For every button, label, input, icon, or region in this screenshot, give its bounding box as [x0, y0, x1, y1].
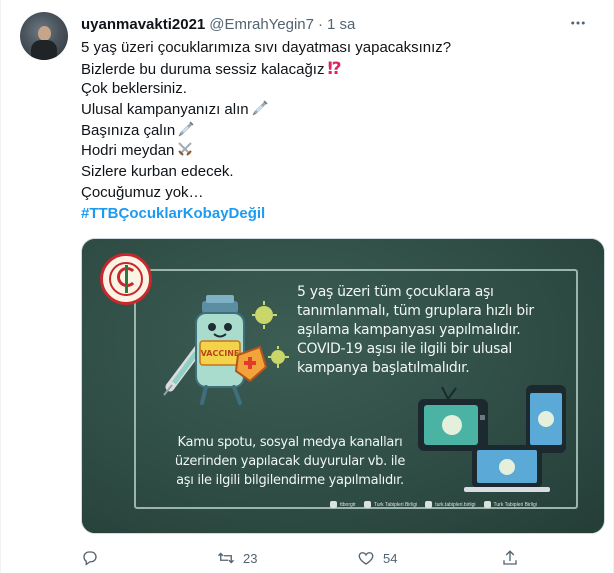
text-line: 5 yaş üzeri çocuklarımıza sıvı dayatması…: [81, 39, 452, 56]
social-twitter: ttborgtr: [330, 501, 356, 508]
like-count: 54: [383, 550, 398, 566]
user-handle[interactable]: @EmrahYegin7: [209, 16, 314, 33]
text-line: Bizlerde bu duruma sessiz kalacağız ⁉: [81, 58, 342, 78]
separator-dot: ·: [318, 15, 323, 33]
tweet-actions: 23 54: [81, 546, 531, 570]
timestamp[interactable]: 1 sa: [327, 16, 355, 33]
vaccine-label: VACCINE: [201, 349, 240, 358]
text-line: Çocuğumuz yok…: [81, 183, 204, 201]
exclamation-question-emoji: ⁉: [327, 58, 342, 78]
board-text-secondary: Kamu spotu, sosyal medya kanalları üzeri…: [174, 435, 406, 488]
facebook-icon: [363, 501, 371, 508]
text-line: #TTBÇocuklarKobayDeğil: [81, 204, 591, 225]
retweet-icon: [218, 552, 234, 564]
social-youtube: Turk Tabipleri Birligi: [483, 501, 537, 508]
text-line: Sizlere kurban edecek.: [81, 163, 234, 181]
social-facebook: Turk Tabipleri Birligi: [363, 501, 417, 508]
share-button[interactable]: [501, 546, 519, 570]
like-button[interactable]: 54: [357, 546, 397, 570]
tweet-card[interactable]: uyanmavakti2021 @EmrahYegin7 · 1 sa 5 ya…: [0, 0, 614, 573]
syringe-emoji: [252, 100, 268, 123]
hashtag-link[interactable]: #TTBÇocuklarKobayDeğil: [81, 205, 265, 222]
avatar[interactable]: [20, 12, 68, 60]
reply-button[interactable]: [81, 546, 107, 570]
retweet-button[interactable]: 23: [217, 546, 257, 570]
tweet-text: 5 yaş üzeri çocuklarımıza sıvı dayatması…: [81, 38, 591, 224]
avatar-head: [38, 26, 51, 41]
instagram-icon: [425, 501, 433, 508]
reply-icon: [83, 551, 97, 566]
syringe-emoji: [178, 121, 194, 144]
tweet-header: uyanmavakti2021 @EmrahYegin7 · 1 sa: [81, 14, 355, 34]
social-links-row: ttborgtr Turk Tabipleri Birligi turk.tab…: [330, 501, 537, 508]
tweet-image[interactable]: VACCINE 5 yaş üzeri tüm çocuklara aşı ta…: [81, 238, 605, 534]
display-name[interactable]: uyanmavakti2021: [81, 16, 205, 33]
youtube-icon: [483, 501, 491, 508]
text-line: Başınıza çalın: [81, 121, 591, 142]
board-text-primary: 5 yaş üzeri tüm çocuklara aşı tanımlanma…: [297, 284, 534, 376]
ttb-logo-icon: [100, 253, 152, 305]
text-line: Hodri meydan: [81, 141, 591, 162]
retweet-count: 23: [243, 550, 258, 566]
crossed-swords-emoji: [177, 141, 193, 164]
text-line: Ulusal kampanyanızı alın: [81, 100, 591, 121]
more-options-icon[interactable]: [565, 10, 591, 36]
share-icon: [503, 550, 517, 565]
vaccine-mascot-illustration: VACCINE: [163, 295, 289, 405]
twitter-icon: [330, 501, 337, 508]
heart-icon: [358, 552, 374, 565]
avatar-body: [31, 40, 57, 60]
social-instagram: turk.tabipleri.birligi: [425, 501, 476, 508]
text-line: Çok beklersiniz.: [81, 80, 187, 98]
